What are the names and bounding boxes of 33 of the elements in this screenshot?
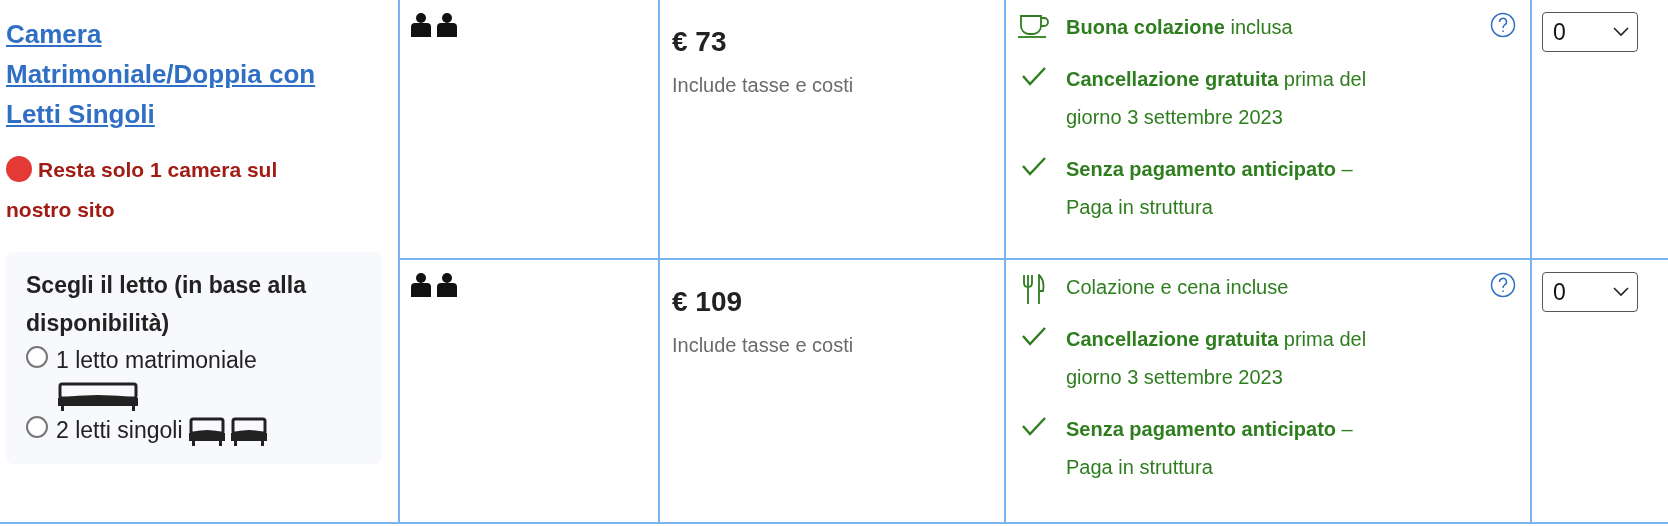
radio-button[interactable] (26, 416, 48, 438)
condition-text: Colazione e cena incluse (1066, 275, 1289, 300)
cup-icon (1017, 14, 1051, 38)
help-icon[interactable] (1490, 12, 1516, 38)
two-people-icon (410, 12, 458, 38)
chevron-down-icon (1613, 287, 1629, 297)
room-title-link[interactable]: Camera Matrimoniale/Doppia con Letti Singoli (6, 14, 336, 134)
checkmark-icon (1021, 66, 1047, 86)
chevron-down-icon (1613, 27, 1629, 37)
two-people-icon (410, 272, 458, 298)
room-count-select[interactable]: 0 (1542, 272, 1638, 312)
price: € 73 (672, 26, 728, 58)
checkmark-icon (1021, 156, 1047, 176)
availability-warning: Resta solo 1 camera sul nostro sito (6, 158, 278, 221)
condition-text: Cancellazione gratuita prima del giorno 3 settembre 2023 (1066, 327, 1368, 390)
price-note: Include tasse e costi (672, 74, 855, 97)
price-note: Include tasse e costi (672, 334, 855, 357)
condition-text: Buona colazione inclusa (1066, 15, 1293, 40)
room-count-select[interactable]: 0 (1542, 12, 1638, 52)
checkmark-icon (1021, 326, 1047, 346)
condition-text: Cancellazione gratuita prima del giorno 3 settembre 2023 (1066, 67, 1368, 130)
twin-beds-icon (186, 417, 269, 447)
radio-button[interactable] (26, 346, 48, 368)
help-icon[interactable] (1490, 272, 1516, 298)
condition-text: Senza pagamento anticipato – Paga in struttura (1066, 157, 1354, 220)
bed-option-label: 1 letto matrimoniale (56, 346, 257, 375)
double-bed-icon (56, 382, 140, 412)
condition-text: Senza pagamento anticipato – Paga in struttura (1066, 417, 1354, 480)
bed-choice-heading: Scegli il letto (in base alla disponibilità) (26, 271, 308, 338)
checkmark-icon (1021, 416, 1047, 436)
cutlery-icon (1021, 274, 1047, 304)
price: € 109 (672, 286, 744, 318)
bed-option-label: 2 letti singoli (56, 416, 183, 445)
